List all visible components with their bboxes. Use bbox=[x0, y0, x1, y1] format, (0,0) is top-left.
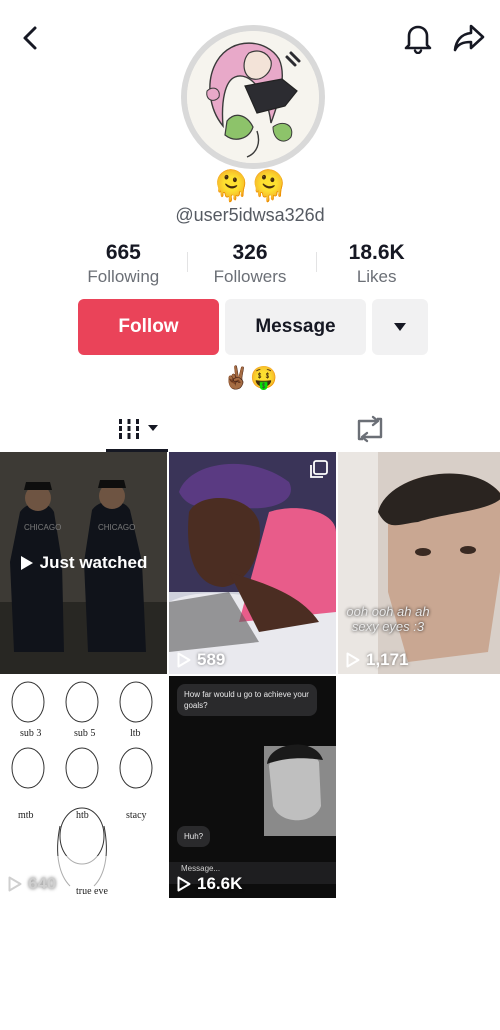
chevron-down-icon bbox=[148, 425, 158, 431]
stat-divider bbox=[187, 252, 188, 272]
stat-divider bbox=[316, 252, 317, 272]
video-tile[interactable]: How far would u go to achieve your goals… bbox=[169, 676, 336, 898]
view-count-value: 640 bbox=[28, 874, 57, 893]
profile-nickname: 🫠🫠 bbox=[212, 170, 288, 203]
view-count-value: 1,171 bbox=[366, 650, 409, 669]
share-icon bbox=[453, 24, 485, 52]
profile-username: @user5idwsa326d bbox=[175, 205, 325, 225]
stats-row: 665 Following 326 Followers 18.6K Likes bbox=[60, 240, 440, 288]
stat-following-value: 665 bbox=[105, 241, 141, 264]
video-tile[interactable]: CHICAGO CHICAGO Just watched bbox=[0, 452, 167, 674]
view-count: 640 bbox=[8, 874, 56, 894]
back-button[interactable] bbox=[12, 18, 48, 58]
view-count: 16.6K bbox=[177, 874, 242, 894]
stat-followers[interactable]: 326 Followers bbox=[187, 240, 314, 288]
stat-followers-label: Followers bbox=[213, 267, 287, 286]
play-icon bbox=[177, 652, 191, 668]
multi-photo-icon bbox=[310, 460, 328, 478]
tab-videos[interactable] bbox=[106, 405, 168, 452]
view-count: 589 bbox=[177, 650, 225, 670]
video-thumbnail bbox=[169, 452, 336, 674]
profile-bio: ✌🏾🤑 bbox=[222, 365, 278, 390]
view-count-value: 589 bbox=[197, 650, 226, 669]
videos-grid-icon bbox=[119, 418, 139, 439]
tab-reposts[interactable] bbox=[350, 405, 390, 452]
message-button[interactable]: Message bbox=[225, 299, 366, 355]
stat-likes-label: Likes bbox=[356, 267, 397, 286]
stat-following[interactable]: 665 Following bbox=[60, 240, 187, 288]
repost-icon bbox=[357, 415, 383, 442]
stat-likes[interactable]: 18.6K Likes bbox=[313, 240, 440, 288]
chart-label: sub 3 bbox=[20, 728, 42, 739]
notification-button[interactable] bbox=[398, 18, 438, 58]
just-watched-label: Just watched bbox=[39, 553, 148, 572]
play-icon bbox=[346, 652, 360, 668]
play-icon bbox=[177, 876, 191, 892]
bell-icon bbox=[404, 25, 432, 54]
chevron-down-icon bbox=[394, 323, 406, 331]
chat-composer-placeholder: Message... bbox=[181, 864, 221, 873]
avatar[interactable] bbox=[181, 25, 325, 169]
chart-label: sub 5 bbox=[74, 728, 96, 739]
chart-label: ltb bbox=[130, 728, 141, 739]
video-tile[interactable]: ooh ooh ah ah sexy eyes :3 1,171 bbox=[338, 452, 500, 674]
profile-actions: Follow Message bbox=[78, 299, 428, 355]
video-thumbnail bbox=[0, 676, 167, 898]
stat-followers-value: 326 bbox=[232, 241, 268, 264]
play-icon bbox=[8, 876, 22, 892]
view-count-value: 16.6K bbox=[197, 874, 243, 893]
chart-label: htb bbox=[76, 810, 89, 821]
view-count: 1,171 bbox=[346, 650, 409, 670]
chart-label: stacy bbox=[126, 810, 147, 821]
video-tile[interactable]: sub 3 sub 5 ltb mtb htb stacy true eve 6… bbox=[0, 676, 167, 898]
chat-reply: Huh? bbox=[177, 826, 211, 847]
more-options-button[interactable] bbox=[372, 299, 428, 355]
video-caption: ooh ooh ah ah sexy eyes :3 bbox=[346, 604, 430, 634]
chat-message: How far would u go to achieve your goals… bbox=[177, 684, 317, 716]
chart-label: mtb bbox=[18, 810, 34, 821]
video-thumbnail bbox=[338, 452, 500, 674]
chart-label: true eve bbox=[76, 886, 108, 897]
share-button[interactable] bbox=[448, 18, 490, 58]
avatar-image bbox=[187, 31, 319, 163]
video-tile[interactable]: 589 bbox=[169, 452, 336, 674]
stat-following-label: Following bbox=[87, 267, 160, 286]
just-watched-badge: Just watched bbox=[0, 452, 167, 674]
follow-button[interactable]: Follow bbox=[78, 299, 219, 355]
content-tabs bbox=[0, 405, 500, 452]
stat-likes-value: 18.6K bbox=[348, 241, 405, 264]
play-icon bbox=[20, 556, 33, 570]
back-icon bbox=[23, 26, 37, 50]
